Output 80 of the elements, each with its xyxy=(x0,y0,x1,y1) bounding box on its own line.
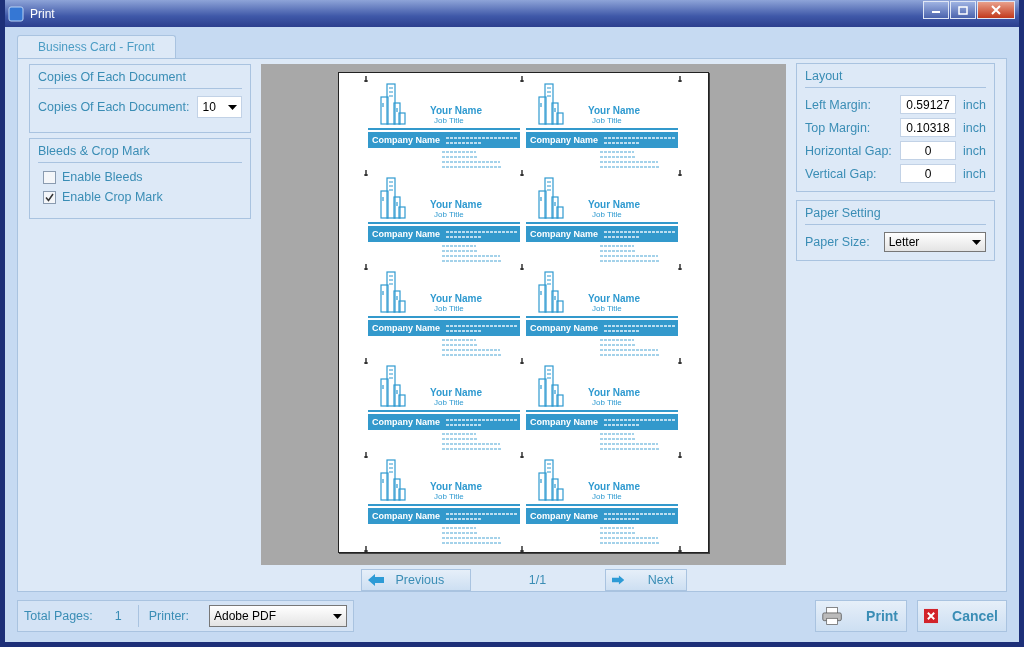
company-name: Company Name xyxy=(372,417,441,427)
building-icon xyxy=(536,365,564,407)
field-label: Copies Of Each Document: xyxy=(38,100,190,114)
field-label: Paper Size: xyxy=(805,235,870,249)
checkbox[interactable] xyxy=(43,170,56,184)
card-name: Your Name xyxy=(430,105,483,116)
card-job-title: Job Title xyxy=(433,304,465,313)
company-name: Company Name xyxy=(530,323,599,333)
building-icon xyxy=(536,459,564,501)
field-label: Horizontal Gap: xyxy=(805,143,893,158)
card-job-title: Job Title xyxy=(433,116,465,125)
unit-label: inch xyxy=(963,143,986,158)
number-field[interactable]: 0 xyxy=(900,141,956,160)
company-name: Company Name xyxy=(530,511,599,521)
group-title: Paper Setting xyxy=(805,204,986,225)
printer-dropdown[interactable]: Adobe PDF xyxy=(209,605,347,627)
company-name: Company Name xyxy=(372,135,441,145)
field-label: Top Margin: xyxy=(805,120,872,135)
caret-icon xyxy=(228,104,237,110)
company-name: Company Name xyxy=(530,229,599,239)
field-label: Vertical Gap: xyxy=(805,166,878,181)
card-name: Your Name xyxy=(430,387,483,398)
card-job-title: Job Title xyxy=(433,210,465,219)
company-name: Company Name xyxy=(372,511,441,521)
card-job-title: Job Title xyxy=(591,492,623,501)
printer-label: Printer: xyxy=(148,609,189,623)
caret-icon xyxy=(333,613,342,619)
card-job-title: Job Title xyxy=(433,492,465,501)
building-icon xyxy=(378,83,406,125)
page-indicator: 1/1 xyxy=(527,573,548,587)
number-field[interactable]: 0.59127 xyxy=(900,95,956,114)
card-name: Your Name xyxy=(588,105,641,116)
paper-size-dropdown[interactable]: Letter xyxy=(883,232,986,252)
close-button[interactable] xyxy=(977,1,1015,19)
unit-label: inch xyxy=(963,120,986,135)
card-name: Your Name xyxy=(588,481,641,492)
number-field[interactable]: 0.10318 xyxy=(900,118,956,137)
card-job-title: Job Title xyxy=(433,398,465,407)
app-icon xyxy=(8,5,24,22)
left-arrow-icon xyxy=(367,574,384,586)
card-job-title: Job Title xyxy=(591,210,623,219)
company-name: Company Name xyxy=(372,323,441,333)
building-icon xyxy=(536,83,564,125)
field-label: Left Margin: xyxy=(805,97,872,112)
building-icon xyxy=(378,177,406,219)
card-name: Your Name xyxy=(430,293,483,304)
unit-label: inch xyxy=(963,97,986,112)
maximize-button[interactable] xyxy=(950,1,976,19)
checkbox[interactable] xyxy=(43,190,56,204)
group-title: Bleeds & Crop Mark xyxy=(38,142,242,163)
printer-icon xyxy=(822,604,843,628)
card-name: Your Name xyxy=(430,199,483,210)
card-name: Your Name xyxy=(430,481,483,492)
building-icon xyxy=(378,271,406,313)
company-name: Company Name xyxy=(530,135,599,145)
number-field[interactable]: 0 xyxy=(900,164,956,183)
copies-dropdown[interactable]: 10 xyxy=(197,96,242,118)
company-name: Company Name xyxy=(530,417,599,427)
card-name: Your Name xyxy=(588,199,641,210)
right-arrow-icon xyxy=(611,574,624,586)
building-icon xyxy=(536,271,564,313)
company-name: Company Name xyxy=(372,229,441,239)
close-icon xyxy=(991,5,1001,15)
building-icon xyxy=(536,177,564,219)
card-name: Your Name xyxy=(588,387,641,398)
group-title: Layout xyxy=(805,67,986,88)
card-job-title: Job Title xyxy=(591,116,623,125)
card-name: Your Name xyxy=(588,293,641,304)
unit-label: inch xyxy=(963,166,986,181)
total-pages-label: Total Pages: xyxy=(24,609,93,623)
building-icon xyxy=(378,459,406,501)
building-icon xyxy=(378,365,406,407)
group-title: Copies Of Each Document xyxy=(38,68,242,89)
minimize-button[interactable] xyxy=(923,1,949,19)
total-pages-value: 1 xyxy=(114,609,122,623)
card-job-title: Job Title xyxy=(591,398,623,407)
card-job-title: Job Title xyxy=(591,304,623,313)
maximize-icon xyxy=(958,5,968,15)
caret-icon xyxy=(972,239,981,245)
window-title: Print xyxy=(30,6,55,21)
